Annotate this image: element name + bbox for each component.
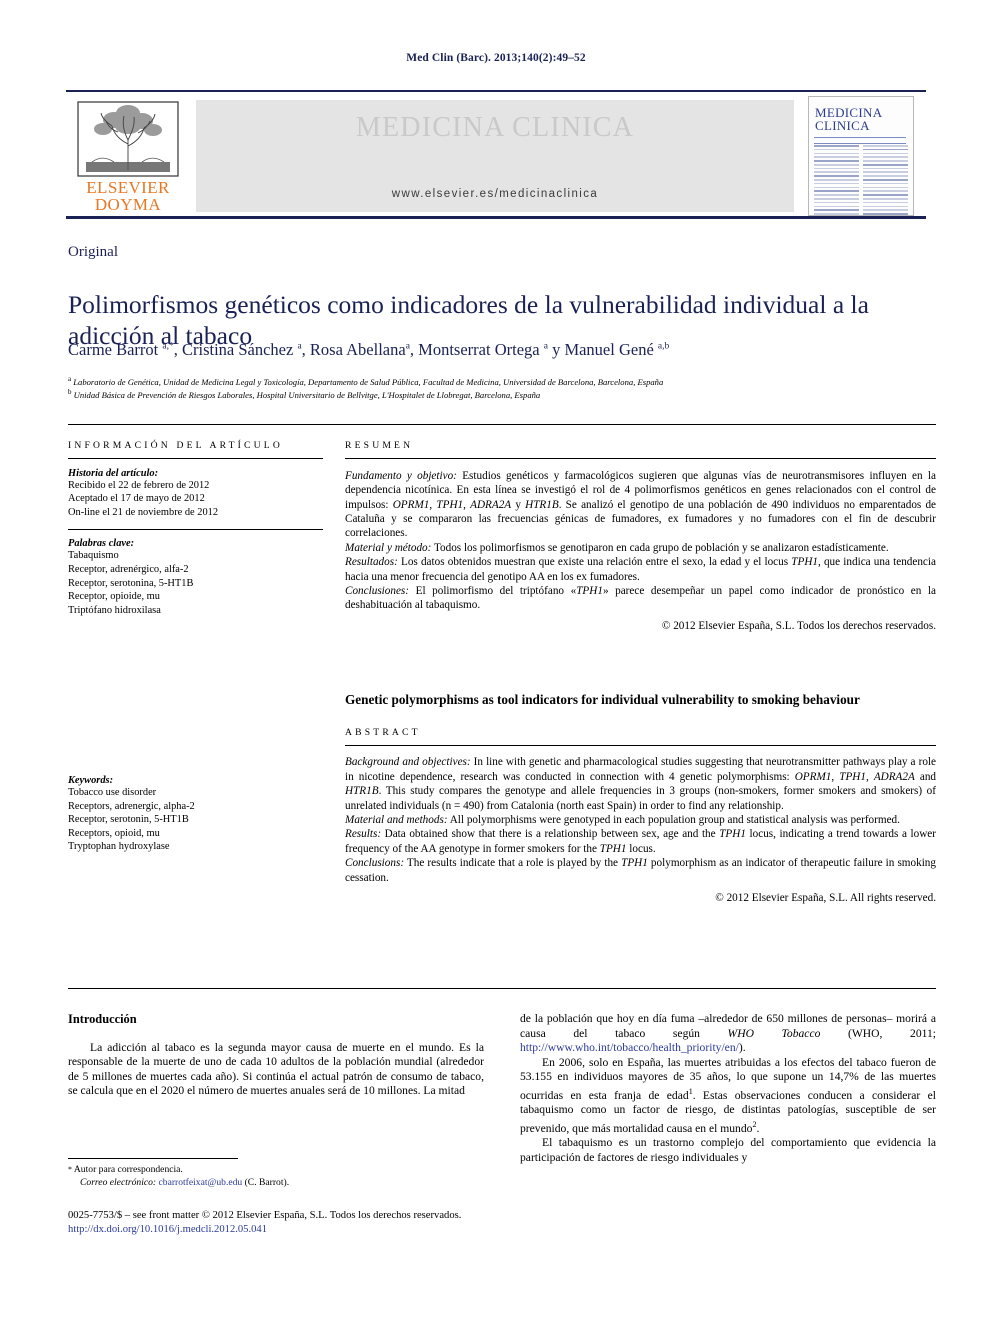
resumen-paragraph: Fundamento y objetivo: Estudios genético… <box>345 469 937 540</box>
abstract-paragraph: Material and methods: All polymorphisms … <box>345 813 900 826</box>
introduction-heading: Introducción <box>68 1012 137 1026</box>
abstract-body: Background and objectives: In line with … <box>345 755 936 885</box>
journal-cover-thumbnail: MEDICINA CLINICA <box>808 96 914 216</box>
corresponding-author-text: Autor para correspondencia. <box>73 1164 183 1175</box>
article-page: Med Clin (Barc). 2013;140(2):49–52 ELSEV… <box>0 0 992 1323</box>
cover-contents-lines <box>814 145 908 215</box>
page-footer: 0025-7753/$ – see front matter © 2012 El… <box>68 1209 936 1237</box>
keyword-es-item: Tabaquismo <box>68 550 119 562</box>
abstract-bottom-rule <box>68 988 936 989</box>
article-info-panel: INFORMACIÓN DEL ARTÍCULO Historia del ar… <box>68 440 323 617</box>
footnote-rule <box>68 1158 238 1159</box>
email-label: Correo electrónico: <box>80 1176 157 1188</box>
resumen-paragraph: Material y método: Todos los polimorfism… <box>345 541 889 554</box>
resumen-paragraph: Conclusiones: El polimorfismo del triptó… <box>345 585 936 612</box>
resumen-body: Fundamento y objetivo: Estudios genético… <box>345 469 936 613</box>
introduction-paragraph: La adicción al tabaco es la segunda mayo… <box>68 1040 484 1098</box>
introduction-paragraph: El tabaquismo es un trastorno complejo d… <box>520 1136 936 1165</box>
history-online: On-line el 21 de noviembre de 2012 <box>68 506 219 518</box>
resumen-heading: RESUMEN <box>345 440 414 451</box>
info-panel-heading: INFORMACIÓN DEL ARTÍCULO <box>68 440 283 451</box>
cover-rule-2 <box>814 143 906 144</box>
article-type-label: Original <box>68 244 118 260</box>
keywords-es-rule <box>68 528 323 530</box>
running-head-citation: Med Clin (Barc). 2013;140(2):49–52 <box>406 52 586 64</box>
abstract-heading-rule <box>345 744 936 746</box>
history-received: Recibido el 22 de febrero de 2012 <box>68 479 210 491</box>
keyword-en-item: Receptors, adrenergic, alpha-2 <box>68 800 195 812</box>
journal-masthead: ELSEVIER DOYMA MEDICINA CLINICA www.else… <box>66 90 926 219</box>
abstract-copyright: © 2012 Elsevier España, S.L. All rights … <box>715 891 936 904</box>
resumen-paragraph: Resultados: Los datos obtenidos muestran… <box>345 556 936 583</box>
abstract-title: Genetic polymorphisms as tool indicators… <box>345 692 860 707</box>
footnote-line-1: * Autor para correspondencia. <box>68 1164 488 1177</box>
resumen-copyright: © 2012 Elsevier España, S.L. Todos los d… <box>661 619 936 632</box>
journal-url[interactable]: www.elsevier.es/medicinaclinica <box>196 188 794 200</box>
doi-link[interactable]: http://dx.doi.org/10.1016/j.medcli.2012.… <box>68 1224 267 1235</box>
abstract-paragraph: Results: Data obtained show that there i… <box>345 828 936 855</box>
affiliation-b: b Unidad Básica de Prevención de Riesgos… <box>68 388 541 400</box>
introduction-right-column: de la población que hoy en día fuma –alr… <box>520 1012 936 1166</box>
abstract-section: Genetic polymorphisms as tool indicators… <box>345 692 936 904</box>
keyword-es-item: Receptor, serotonina, 5-HT1B <box>68 577 194 589</box>
abstract-paragraph: Background and objectives: In line with … <box>345 756 937 812</box>
email-link[interactable]: cbarrotfeixat@ub.edu <box>159 1177 243 1188</box>
masthead-bottom-rule <box>66 216 926 219</box>
introduction-paragraph: de la población que hoy en día fuma –alr… <box>520 1012 936 1055</box>
elsevier-wordmark: ELSEVIER <box>86 178 170 197</box>
keyword-en-item: Tryptophan hydroxylase <box>68 841 170 853</box>
keyword-en-item: Receptors, opioid, mu <box>68 827 160 839</box>
keyword-es-item: Triptófano hidroxilasa <box>68 604 161 616</box>
keyword-es-item: Receptor, opioide, mu <box>68 591 160 603</box>
keywords-es-label: Palabras clave: <box>68 538 135 550</box>
history-accepted: Aceptado el 17 de mayo de 2012 <box>68 493 205 505</box>
keywords-en-panel: Keywords: Tobacco use disorder Receptors… <box>68 775 323 854</box>
footnote-line-2: Correo electrónico: cbarrotfeixat@ub.edu… <box>68 1177 488 1190</box>
abstract-paragraph: Conclusions: The results indicate that a… <box>345 857 936 884</box>
issn-copyright-line: 0025-7753/$ – see front matter © 2012 El… <box>68 1210 462 1221</box>
resumen-heading-rule <box>345 458 936 459</box>
keyword-en-item: Receptor, serotonin, 5-HT1B <box>68 814 189 826</box>
history-label: Historia del artículo: <box>68 467 159 479</box>
abstract-heading: ABSTRACT <box>345 726 421 738</box>
info-heading-rule <box>68 458 323 459</box>
abstract-top-rule <box>68 424 936 425</box>
author-list: Carme Barrot a,*, Cristina Sánchez a, Ro… <box>68 340 670 359</box>
elsevier-tree-icon <box>72 100 184 178</box>
journal-banner: MEDICINA CLINICA www.elsevier.es/medicin… <box>196 100 794 212</box>
keywords-en-label: Keywords: <box>68 775 114 786</box>
keyword-es-item: Receptor, adrenérgico, alfa-2 <box>68 563 189 575</box>
introduction-left-column: Introducción La adicción al tabaco es la… <box>68 1012 484 1099</box>
corresponding-author-footnote: * Autor para correspondencia. Correo ele… <box>68 1164 488 1189</box>
asterisk-marker: * <box>68 1165 72 1174</box>
email-suffix: (C. Barrot). <box>244 1176 290 1188</box>
doyma-wordmark: DOYMA <box>94 195 162 214</box>
resumen-section: RESUMEN Fundamento y objetivo: Estudios … <box>345 440 936 632</box>
elsevier-doyma-logo: ELSEVIER DOYMA <box>72 100 184 214</box>
cover-rule-1 <box>814 137 906 138</box>
cover-title: MEDICINA CLINICA <box>815 105 883 133</box>
journal-name: MEDICINA CLINICA <box>355 112 635 143</box>
masthead-top-rule <box>66 90 926 92</box>
keyword-en-item: Tobacco use disorder <box>68 787 157 798</box>
introduction-paragraph: En 2006, solo en España, las muertes atr… <box>520 1055 936 1135</box>
